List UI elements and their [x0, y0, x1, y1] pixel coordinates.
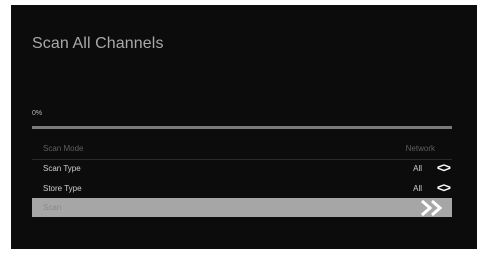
left-right-arrows-icon[interactable]: <> — [437, 180, 451, 195]
scan-mode-value: Network — [405, 144, 435, 153]
scan-mode-row: Scan Mode Network — [32, 139, 452, 159]
scan-type-label: Scan Type — [43, 164, 81, 173]
store-type-label: Store Type — [43, 184, 82, 193]
page-title: Scan All Channels — [32, 35, 164, 52]
progress-bar — [32, 126, 452, 129]
left-right-arrows-icon[interactable]: <> — [437, 160, 451, 175]
progress-percentage: 0% — [32, 110, 43, 117]
store-type-value: All — [413, 184, 422, 193]
scan-type-row[interactable]: Scan Type All <> — [32, 159, 452, 179]
tv-screen: Scan All Channels 0% Scan Mode Network S… — [11, 5, 477, 249]
store-type-row[interactable]: Store Type All <> — [32, 179, 452, 199]
scan-button[interactable]: Scan — [32, 198, 452, 217]
scan-label: Scan — [43, 203, 62, 212]
scan-mode-label: Scan Mode — [43, 144, 84, 153]
scan-type-value: All — [413, 164, 422, 173]
